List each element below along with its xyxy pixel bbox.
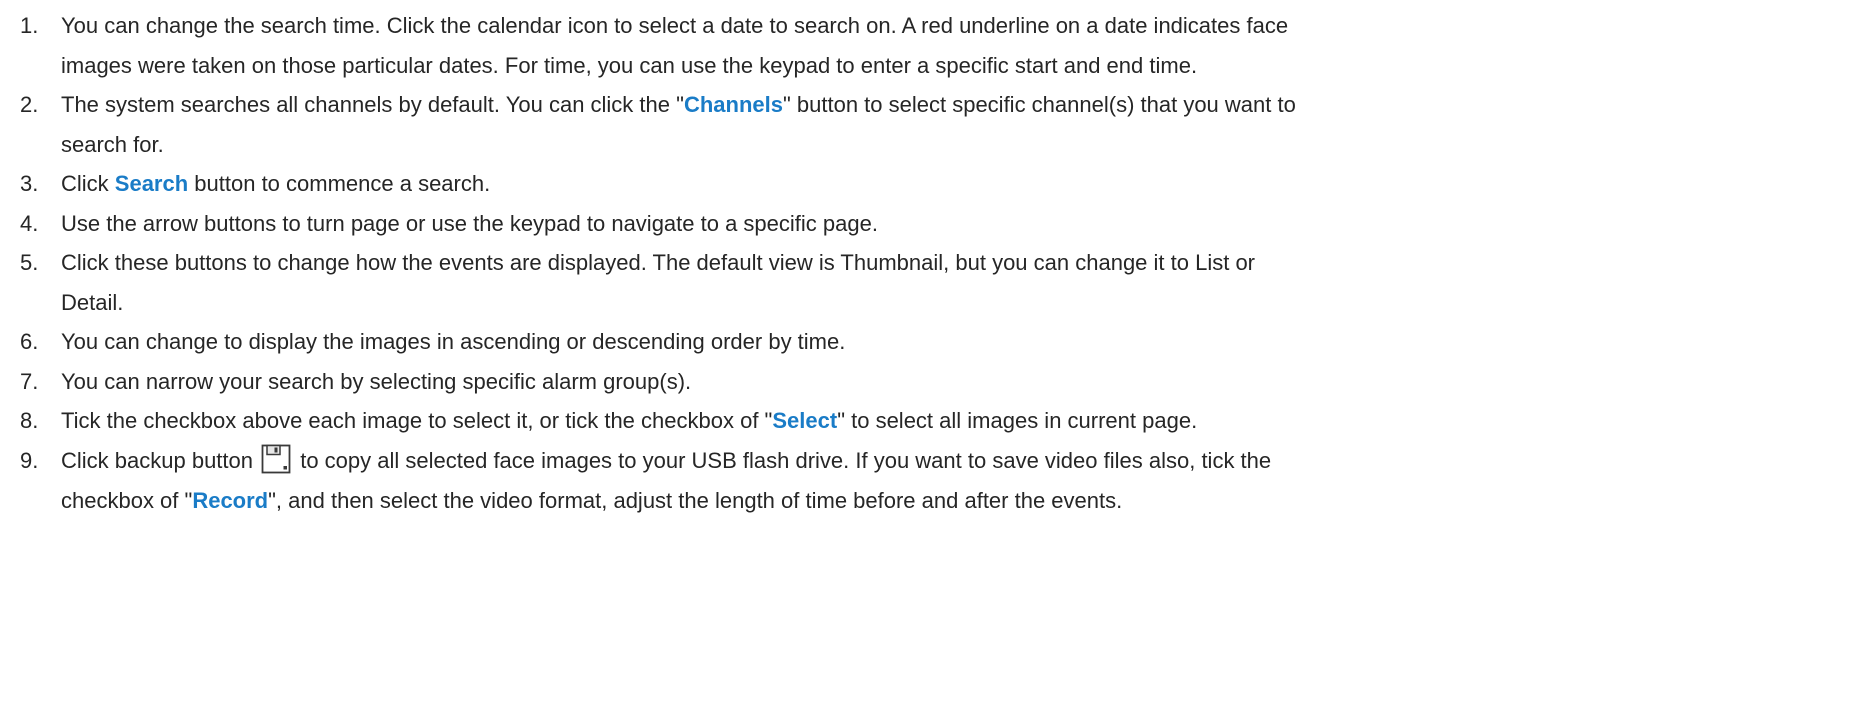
step-text-line: Click backup button to copy all selected…: [61, 441, 1271, 481]
step-number: 7.: [20, 369, 39, 394]
step-number: 1.: [20, 13, 39, 38]
step-text: Tick the checkbox above each image to se…: [61, 408, 773, 433]
step-text-line: Click these buttons to change how the ev…: [61, 250, 1256, 275]
step-number: 4.: [20, 211, 39, 236]
step-number: 5.: [20, 250, 39, 275]
step-text-line: Detail.: [61, 290, 124, 315]
step-text: checkbox of ": [61, 488, 193, 513]
step-text: Click: [61, 171, 115, 196]
record-keyword: Record: [192, 488, 269, 513]
channels-keyword: Channels: [683, 92, 783, 117]
step-text-line: You can change to display the images in …: [61, 329, 846, 354]
step-text: The system searches all channels by defa…: [61, 92, 684, 117]
step-text-line: You can change the search time. Click th…: [61, 13, 1289, 38]
step-text: Click backup button: [61, 448, 260, 473]
step-number: 3.: [20, 171, 39, 196]
step-number: 8.: [20, 408, 39, 433]
step-text-line: The system searches all channels by defa…: [61, 85, 1296, 125]
step-text-line: You can narrow your search by selecting …: [61, 369, 692, 394]
step-text-line: images were taken on those particular da…: [61, 53, 1198, 78]
step-text-line: search for.: [61, 132, 164, 157]
step-text-line: Click Search button to commence a search…: [61, 164, 490, 204]
step-number: 9.: [20, 448, 39, 473]
step-number: 2.: [20, 92, 39, 117]
step-text: " button to select specific channel(s) t…: [782, 92, 1296, 117]
step-text-line: checkbox of "Record", and then select th…: [61, 481, 1122, 521]
step-number: 6.: [20, 329, 39, 354]
step-text: to copy all selected face images to your…: [294, 448, 1272, 473]
select-keyword: Select: [772, 408, 838, 433]
step-text: button to commence a search.: [188, 171, 491, 196]
step-text-line: Tick the checkbox above each image to se…: [61, 401, 1197, 441]
save-icon: [261, 444, 291, 474]
step-text: " to select all images in current page.: [837, 408, 1198, 433]
search-keyword: Search: [114, 171, 189, 196]
step-text-line: Use the arrow buttons to turn page or us…: [61, 211, 878, 236]
step-text: ", and then select the video format, adj…: [268, 488, 1123, 513]
